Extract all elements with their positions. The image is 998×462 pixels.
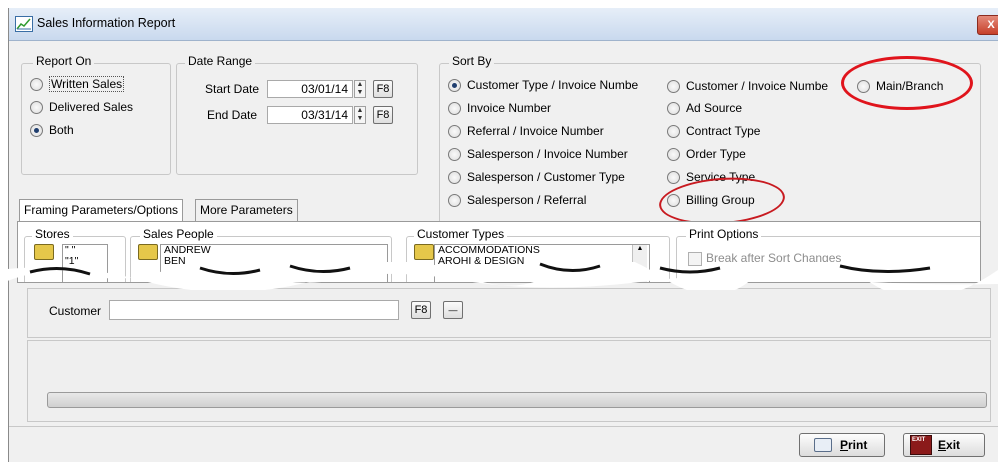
exit-door-icon: EXIT (910, 435, 932, 455)
customer-lookup-button[interactable]: F8 (411, 301, 431, 319)
window-title: Sales Information Report (37, 16, 176, 30)
exit-button[interactable]: EXIT Exit (903, 433, 985, 457)
customer-input[interactable] (109, 300, 399, 320)
bottom-divider (9, 426, 998, 427)
progress-bar (47, 392, 987, 408)
end-date-spinner[interactable]: ▲ ▼ (354, 106, 366, 124)
select-all-icon[interactable] (34, 244, 54, 260)
start-date-input[interactable]: 03/01/14 (267, 80, 353, 98)
list-item[interactable]: ANDREW (161, 245, 387, 256)
sort-ad-source[interactable]: Ad Source (667, 100, 742, 116)
date-range-legend: Date Range (185, 54, 256, 68)
sort-contract-type[interactable]: Contract Type (667, 123, 760, 139)
exit-button-label: xit (946, 438, 961, 452)
close-icon: X (987, 19, 995, 31)
radio-delivered-sales[interactable]: Delivered Sales (30, 99, 133, 115)
sort-customer-invoice[interactable]: Customer / Invoice Numbe (667, 78, 828, 94)
radio-button-icon (667, 101, 680, 115)
sort-order-type[interactable]: Order Type (667, 146, 746, 162)
sort-salesperson-customer-type[interactable]: Salesperson / Customer Type (448, 169, 625, 185)
end-date-input[interactable]: 03/31/14 (267, 106, 353, 124)
radio-written-sales[interactable]: Written Sales (30, 76, 125, 92)
tab-framing-parameters[interactable]: Framing Parameters/Options (19, 199, 184, 223)
sort-by-legend: Sort By (449, 54, 495, 68)
customer-clear-button[interactable]: — (443, 301, 463, 319)
radio-button-icon (448, 170, 461, 184)
report-window: Sales Information Report X Report On Wri… (8, 8, 998, 462)
print-mnemonic: P (840, 438, 849, 452)
radio-button-icon (30, 123, 43, 137)
radio-button-icon (448, 193, 461, 207)
report-on-legend: Report On (33, 54, 95, 68)
print-button-label: rint (848, 438, 868, 452)
select-all-icon[interactable] (138, 244, 158, 260)
start-date-lookup-button[interactable]: F8 (373, 80, 393, 98)
progress-panel (27, 340, 991, 422)
radio-button-icon (448, 147, 461, 161)
radio-button-icon (667, 124, 680, 138)
radio-button-icon (448, 124, 461, 138)
start-date-label: Start Date (205, 82, 260, 96)
exit-mnemonic: E (938, 438, 947, 452)
sort-salesperson-referral[interactable]: Salesperson / Referral (448, 192, 586, 208)
radio-both[interactable]: Both (30, 122, 74, 138)
tab-more-parameters[interactable]: More Parameters (195, 199, 298, 221)
radio-button-icon (667, 170, 680, 184)
customer-types-legend: Customer Types (414, 227, 508, 241)
title-bar: Sales Information Report X (9, 8, 998, 41)
radio-button-icon (667, 147, 680, 161)
sort-customer-type-invoice[interactable]: Customer Type / Invoice Numbe (448, 77, 638, 93)
print-button[interactable]: Print (799, 433, 885, 457)
radio-button-icon (30, 77, 43, 91)
torn-edge-graphic (0, 262, 998, 290)
sort-referral-invoice[interactable]: Referral / Invoice Number (448, 123, 604, 139)
sort-salesperson-invoice[interactable]: Salesperson / Invoice Number (448, 146, 628, 162)
annotation-oval-main-branch (841, 56, 973, 110)
select-all-icon[interactable] (414, 244, 434, 260)
radio-button-icon (667, 79, 680, 93)
end-date-lookup-button[interactable]: F8 (373, 106, 393, 124)
radio-button-icon (448, 101, 461, 115)
radio-button-icon (30, 100, 43, 114)
end-date-label: End Date (207, 108, 258, 122)
sort-invoice-number[interactable]: Invoice Number (448, 100, 551, 116)
start-date-spinner[interactable]: ▲ ▼ (354, 80, 366, 98)
sales-people-legend: Sales People (140, 227, 217, 241)
radio-button-icon (448, 78, 461, 92)
close-button[interactable]: X (977, 15, 998, 35)
stores-legend: Stores (32, 227, 73, 241)
chart-app-icon (15, 16, 33, 32)
print-options-legend: Print Options (686, 227, 762, 241)
customer-label: Customer (49, 304, 102, 318)
printer-icon (814, 438, 832, 452)
